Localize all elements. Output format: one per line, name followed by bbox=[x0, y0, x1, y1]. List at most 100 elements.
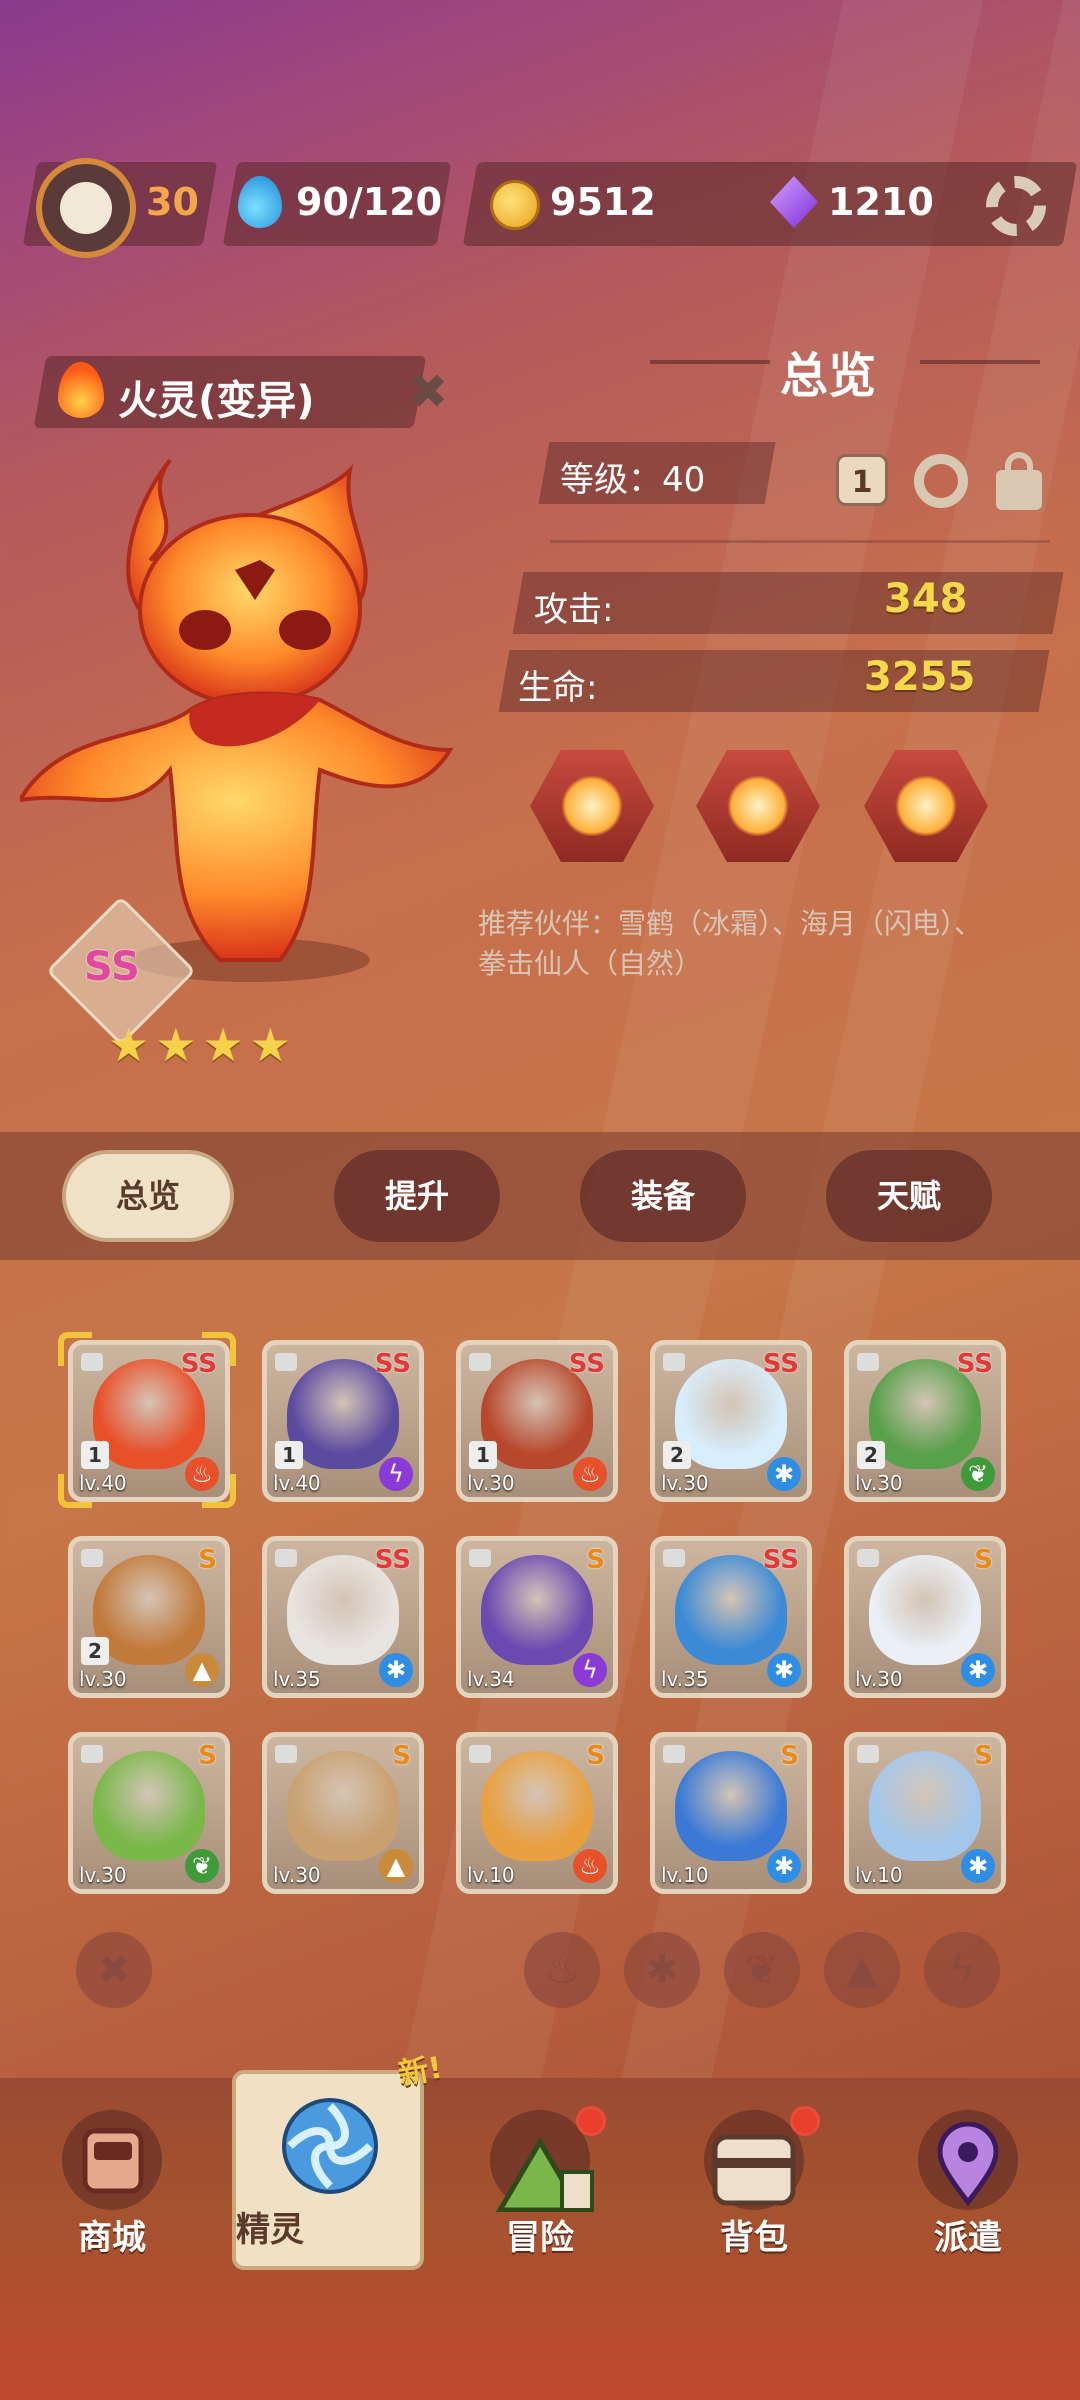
spirit-card[interactable]: Slv.10 ✱ bbox=[844, 1732, 1006, 1894]
skill-slash-icon[interactable] bbox=[530, 750, 654, 862]
divider bbox=[550, 540, 1050, 543]
backpack-icon bbox=[712, 2134, 796, 2206]
spirit-card[interactable]: Slv.30 ✱ bbox=[844, 1536, 1006, 1698]
spirit-card[interactable]: SS 2 lv.30 ✱ bbox=[650, 1340, 812, 1502]
card-grade: SS bbox=[956, 1349, 993, 1379]
nav-label: 冒险 bbox=[506, 2218, 574, 2258]
card-star-count: 1 bbox=[469, 1441, 497, 1469]
spirit-card[interactable]: Slv.10 ✱ bbox=[650, 1732, 812, 1894]
spirit-portrait bbox=[93, 1555, 205, 1665]
spirit-card[interactable]: SS lv.35 ✱ bbox=[262, 1536, 424, 1698]
spirit-card[interactable]: Slv.10 ♨ bbox=[456, 1732, 618, 1894]
ice-element-icon: ✱ bbox=[961, 1849, 995, 1883]
nav-bag[interactable]: 背包 bbox=[664, 2106, 844, 2270]
spirit-card[interactable]: Slv.30 ❦ bbox=[68, 1732, 230, 1894]
nav-adventure[interactable]: 冒险 bbox=[450, 2106, 630, 2270]
nav-spirit[interactable]: 精灵 bbox=[232, 2070, 424, 2270]
count-badge[interactable]: 1 bbox=[836, 454, 888, 506]
lock-icon bbox=[663, 1353, 685, 1371]
nav-label: 商城 bbox=[78, 2218, 146, 2258]
fire-element-icon: ♨ bbox=[573, 1457, 607, 1491]
filter-earth-icon[interactable]: ▲ bbox=[824, 1932, 900, 2008]
card-level: lv.10 bbox=[467, 1863, 515, 1887]
tab-overview[interactable]: 总览 bbox=[62, 1150, 234, 1242]
filter-ice-icon[interactable]: ✱ bbox=[624, 1932, 700, 2008]
card-level: lv.30 bbox=[855, 1471, 903, 1495]
hp-value: 3255 bbox=[864, 654, 976, 700]
card-grade: SS bbox=[762, 1545, 799, 1575]
lock-icon bbox=[857, 1353, 879, 1371]
card-star-count: 2 bbox=[663, 1441, 691, 1469]
map-pin-icon bbox=[937, 2122, 999, 2206]
ring-icon[interactable] bbox=[914, 454, 968, 508]
card-grade: S bbox=[586, 1545, 605, 1575]
coin-value: 9512 bbox=[550, 180, 656, 224]
notification-dot bbox=[576, 2106, 606, 2136]
coin-icon bbox=[490, 180, 540, 230]
spirit-card[interactable]: SS lv.35 ✱ bbox=[650, 1536, 812, 1698]
card-grade: S bbox=[198, 1545, 217, 1575]
card-level: lv.35 bbox=[661, 1667, 709, 1691]
level-label: 等级：40 bbox=[560, 460, 706, 500]
selection-corner bbox=[58, 1332, 92, 1366]
ice-element-icon: ✱ bbox=[767, 1457, 801, 1491]
selection-corner bbox=[202, 1474, 236, 1508]
spirit-portrait bbox=[869, 1751, 981, 1861]
spirit-card[interactable]: Slv.34 ϟ bbox=[456, 1536, 618, 1698]
nav-label: 背包 bbox=[720, 2218, 788, 2258]
card-grade: S bbox=[198, 1741, 217, 1771]
card-level: lv.34 bbox=[467, 1667, 515, 1691]
card-grade: S bbox=[974, 1545, 993, 1575]
ice-element-icon: ✱ bbox=[961, 1653, 995, 1687]
spirit-swirl-icon bbox=[282, 2098, 378, 2194]
tab-equipment[interactable]: 装备 bbox=[580, 1150, 746, 1242]
earth-element-icon: ▲ bbox=[185, 1653, 219, 1687]
stamina-value: 90/120 bbox=[296, 180, 443, 224]
ice-element-icon: ✱ bbox=[767, 1653, 801, 1687]
card-grade: SS bbox=[568, 1349, 605, 1379]
spirit-card[interactable]: S 2 lv.30 ▲ bbox=[68, 1536, 230, 1698]
overview-title: 总览 bbox=[780, 348, 877, 404]
recommended-partners: 推荐伙伴：雪鹤（冰霜）、海月（闪电）、拳击仙人（自然） bbox=[478, 907, 983, 980]
lock-icon[interactable] bbox=[996, 452, 1042, 510]
card-level: lv.30 bbox=[661, 1471, 709, 1495]
card-grade: S bbox=[974, 1741, 993, 1771]
card-star-count: 1 bbox=[275, 1441, 303, 1469]
spirit-portrait bbox=[675, 1751, 787, 1861]
lightning-element-icon: ϟ bbox=[573, 1653, 607, 1687]
spirit-card[interactable]: SS 1 lv.40 ϟ bbox=[262, 1340, 424, 1502]
fire-spirit-portrait bbox=[20, 458, 454, 982]
card-level: lv.30 bbox=[273, 1863, 321, 1887]
lock-icon bbox=[81, 1549, 103, 1567]
nav-shop[interactable]: 商城 bbox=[22, 2110, 202, 2270]
tab-upgrade[interactable]: 提升 bbox=[334, 1150, 500, 1242]
gem-value: 1210 bbox=[828, 180, 934, 224]
filter-lightning-icon[interactable]: ϟ bbox=[924, 1932, 1000, 2008]
card-star-count: 1 bbox=[81, 1441, 109, 1469]
filter-clear-icon[interactable]: ✖ bbox=[76, 1932, 152, 2008]
selection-corner bbox=[58, 1474, 92, 1508]
spirit-card[interactable]: Slv.30 ▲ bbox=[262, 1732, 424, 1894]
close-icon[interactable]: ✖ bbox=[408, 364, 448, 420]
nature-element-icon: ❦ bbox=[185, 1849, 219, 1883]
tab-talent[interactable]: 天赋 bbox=[826, 1150, 992, 1242]
shop-icon bbox=[82, 2128, 144, 2194]
player-level: 30 bbox=[146, 180, 199, 224]
filter-nature-icon[interactable]: ❦ bbox=[724, 1932, 800, 2008]
resource-bar: 30 90/120 9512 1210 bbox=[0, 158, 1080, 258]
settings-gear-icon[interactable] bbox=[986, 176, 1046, 236]
lock-icon bbox=[857, 1745, 879, 1763]
nature-element-icon: ❦ bbox=[961, 1457, 995, 1491]
lock-icon bbox=[275, 1353, 297, 1371]
nav-label: 派遣 bbox=[934, 2218, 1002, 2258]
filter-fire-icon[interactable]: ♨ bbox=[524, 1932, 600, 2008]
card-grade: S bbox=[392, 1741, 411, 1771]
spirit-card[interactable]: SS 1 lv.30 ♨ bbox=[456, 1340, 618, 1502]
ice-element-icon: ✱ bbox=[767, 1849, 801, 1883]
spirit-portrait bbox=[287, 1751, 399, 1861]
player-avatar[interactable] bbox=[36, 158, 136, 258]
lock-icon bbox=[469, 1549, 491, 1567]
new-badge: 新! bbox=[395, 2050, 446, 2093]
nav-dispatch[interactable]: 派遣 bbox=[878, 2110, 1058, 2270]
spirit-card[interactable]: SS 2 lv.30 ❦ bbox=[844, 1340, 1006, 1502]
